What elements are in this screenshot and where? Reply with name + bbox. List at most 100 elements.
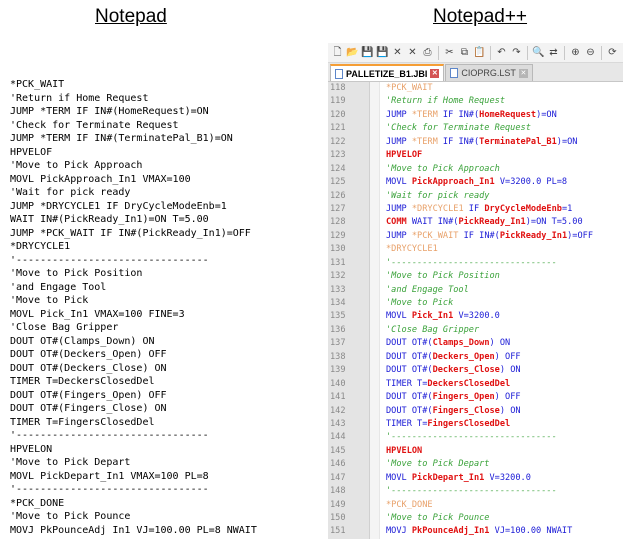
code-token: TerminatePal_B1 [479,136,557,147]
code-line: 136 'Close Bag Gripper [328,323,623,338]
notepad-line: 'Move to Pick Position [10,268,143,279]
code-line: 119 'Return if Home Request [328,95,623,109]
code-token: *DRYCYCLE1 [386,244,438,255]
code-token: )=ON [536,109,557,120]
code-text: DOUT OT#(Deckers_Close) ON [380,364,521,377]
close-icon[interactable]: ✕ [391,46,404,59]
code-token: DOUT OT#( [386,351,433,362]
save-icon[interactable]: 💾 [361,46,374,59]
code-token: )=ON T=5.00 [525,217,583,228]
code-token: ) OFF [494,392,521,403]
copy-icon[interactable]: ⧉ [458,46,471,59]
code-text: DOUT OT#(Clamps_Down) ON [380,337,510,350]
fold-margin [370,364,380,378]
replace-icon[interactable]: ⇄ [547,46,560,59]
redo-icon[interactable]: ↷ [510,46,523,59]
line-number: 141 [328,391,370,405]
code-line: 118 *PCK_WAIT [328,82,623,96]
line-number: 123 [328,149,370,163]
fold-margin [370,95,380,109]
code-token: ) ON [499,405,521,416]
notepad-line: JUMP *TERM IF IN#(HomeRequest)=ON [10,106,209,117]
line-number: 139 [328,364,370,378]
code-line: 132 'Move to Pick Position [328,270,623,284]
code-token: 'Wait for pick ready [386,190,490,201]
notepad-line: HPVELOF [10,146,53,158]
code-token: 'Close Bag Gripper [386,324,480,335]
fold-margin [370,485,380,499]
code-token: '-------------------------------- [386,486,557,497]
notepad-line: DOUT OT#(Fingers_Close) ON [10,403,167,414]
zoom-in-icon[interactable]: ⊕ [569,46,582,59]
line-number: 136 [328,323,370,338]
paste-icon[interactable]: 📋 [473,46,486,59]
fold-margin [370,444,380,459]
code-token: Deckers_Open [432,351,495,362]
code-token: MOVL [386,177,412,188]
code-token: HPVELON [386,445,423,456]
code-text: MOVL PickApproach_In1 V=3200.0 PL=8 [380,176,567,189]
notepad-line: DOUT OT#(Clamps_Down) ON [10,335,155,347]
code-text: *DRYCYCLE1 [380,243,438,256]
close-all-icon[interactable]: ✕ [406,46,419,59]
find-icon[interactable]: 🔍 [532,46,545,59]
file-icon [450,68,459,78]
tab-cioprg-lst[interactable]: CIOPRG.LST ✕ [445,64,533,81]
line-number: 137 [328,337,370,351]
code-text: '-------------------------------- [380,431,557,444]
line-number: 130 [328,243,370,257]
code-token: PickReady_In1 [458,217,526,228]
tab-close-icon[interactable]: ✕ [430,69,440,78]
line-number: 124 [328,162,370,177]
code-token: 'Move to Pick Position [386,271,500,282]
code-token: IF IN#( [458,230,500,241]
code-token: DOUT OT#( [386,338,433,349]
notepad-heading: Notepad [95,6,167,27]
fold-margin [370,431,380,445]
code-token: JUMP [386,203,412,214]
notepad-line: '-------------------------------- [10,430,209,441]
code-editor[interactable]: 118 *PCK_WAIT 119 'Return if Home Request 12… [328,82,623,539]
code-text: 'Check for Terminate Request [380,122,531,135]
notepad-line: *PCK_DONE [10,497,65,509]
code-token: IF IN#( [437,136,480,147]
tab-close-icon[interactable]: ✕ [518,68,528,78]
code-token: Pick_In1 [411,311,454,322]
code-token: 'Check for Terminate Request [386,123,531,134]
open-file-icon[interactable]: 📂 [346,46,359,59]
code-text: 'Move to Pick Depart [380,458,489,471]
code-token: PkPounceAdj_In1 [411,526,490,537]
fold-margin [370,404,380,418]
code-text: 'and Engage Tool [380,284,469,297]
code-line: 134 'Move to Pick [328,297,623,311]
line-number: 148 [328,485,370,499]
toolbar-separator [564,45,565,60]
code-line: 131 '-------------------------------- [328,256,623,271]
new-file-icon[interactable]: 🗋 [331,46,344,59]
code-token: '-------------------------------- [386,432,557,443]
undo-icon[interactable]: ↶ [495,46,508,59]
cut-icon[interactable]: ✂ [443,46,456,59]
code-text: *PCK_DONE [380,499,433,512]
code-text: DOUT OT#(Deckers_Open) OFF [380,351,521,364]
code-line: 133 'and Engage Tool [328,283,623,297]
fold-margin [370,417,380,432]
zoom-out-icon[interactable]: ⊖ [584,46,597,59]
fold-margin [370,512,380,526]
line-number: 121 [328,122,370,136]
notepad-line: JUMP *DRYCYCLE1 IF DryCycleModeEnb=1 [10,200,227,212]
fold-margin [370,310,380,324]
fold-margin [370,283,380,297]
tab-palletize-b1-jbi[interactable]: PALLETIZE_B1.JBI ✕ [330,64,445,81]
sync-icon[interactable]: ⟳ [606,46,619,59]
code-line: 140 TIMER T=DeckersClosedDel [328,377,623,392]
print-icon[interactable]: ⎙ [421,46,434,59]
line-number: 146 [328,458,370,472]
save-all-icon[interactable]: 💾 [376,46,389,59]
code-text: 'Move to Pick Position [380,270,500,283]
code-text: MOVL PickDepart_In1 V=3200.0 [380,472,531,485]
code-text: HPVELOF [380,149,422,162]
code-token: ) ON [489,338,511,349]
notepad-panel[interactable]: *PCK_WAIT 'Return if Home Request JUMP *TE… [10,78,320,555]
toolbar-separator [527,45,528,60]
